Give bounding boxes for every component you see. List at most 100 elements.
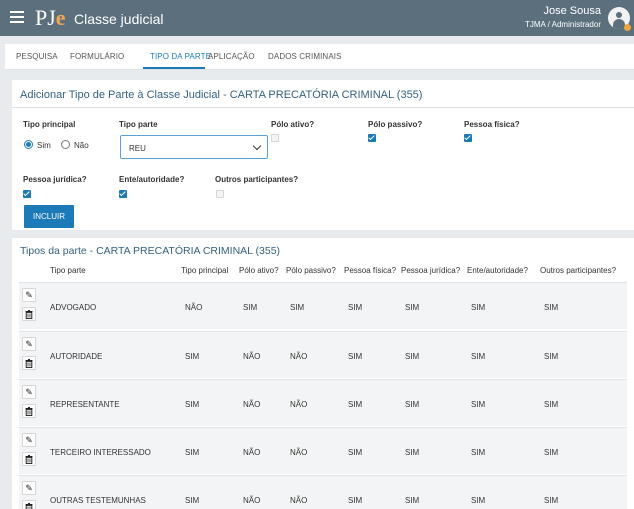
cell-pessoa-fisica: SIM [348,303,363,312]
table-row: ✎ ADVOGADO NÃO SIM SIM SIM SIM SIM SIM [19,282,627,329]
user-role: TJMA / Administrador [524,20,601,29]
polo-ativo-checkbox[interactable] [271,134,279,142]
trash-icon[interactable] [22,452,36,466]
cell-tipo-parte: TERCEIRO INTERESSADO [50,448,151,457]
divider [12,107,634,108]
radio-sim[interactable] [24,140,33,149]
polo-passivo-checkbox[interactable] [368,134,376,142]
trash-icon[interactable] [22,356,36,370]
tab-pesquisa[interactable]: PESQUISA [16,52,58,61]
hamburger-menu-icon[interactable] [10,8,24,28]
tab-tipo-da-parte[interactable]: TIPO DA PARTE [150,52,211,61]
cell-ente-autoridade: SIM [471,496,486,505]
ente-autoridade-label: Ente/autoridade? [119,175,185,184]
column-header-tipo-parte: Tipo parte [50,266,86,275]
cell-pessoa-fisica: SIM [348,496,363,505]
outros-participantes-checkbox[interactable] [216,190,224,198]
cell-ente-autoridade: SIM [471,352,486,361]
cell-polo-ativo: NÃO [243,400,261,409]
cell-tipo-parte: AUTORIDADE [50,352,103,361]
pencil-icon[interactable]: ✎ [22,385,36,399]
top-bar: PJe Classe judicial Jose Sousa TJMA / Ad… [0,0,634,36]
table-row: ✎ OUTRAS TESTEMUNHAS SIM NÃO NÃO SIM SIM SIM SIM [19,475,627,509]
cell-polo-ativo: NÃO [243,448,261,457]
cell-pessoa-juridica: SIM [405,303,420,312]
pessoa-juridica-checkbox[interactable] [23,190,31,198]
tab-dados-criminais[interactable]: DADOS CRIMINAIS [268,52,342,61]
cell-polo-passivo: SIM [290,303,305,312]
column-header-tipo-principal: Tipo principal [181,266,229,275]
cell-polo-ativo: NÃO [243,496,261,505]
outros-participantes-label: Outros participantes? [215,175,299,184]
ente-autoridade-checkbox[interactable] [119,190,127,198]
trash-icon[interactable] [22,307,36,321]
page-title: Classe judicial [74,11,164,27]
logo-accent: e [55,5,66,30]
cell-polo-ativo: SIM [243,303,258,312]
column-header-polo-passivo: Pólo passivo? [286,266,336,275]
cell-tipo-parte: OUTRAS TESTEMUNHAS [50,496,146,505]
add-tipo-parte-form: Adicionar Tipo de Parte à Classe Judicia… [12,80,634,230]
form-title: Adicionar Tipo de Parte à Classe Judicia… [20,89,423,101]
incluir-button[interactable]: INCLUIR [24,205,74,228]
radio-nao[interactable] [61,140,70,149]
cell-tipo-parte: ADVOGADO [50,303,97,312]
cell-ente-autoridade: SIM [471,303,486,312]
cell-outros-participantes: SIM [544,400,559,409]
cell-outros-participantes: SIM [544,352,559,361]
cell-pessoa-juridica: SIM [405,352,420,361]
trash-icon[interactable] [22,404,36,418]
pje-logo[interactable]: PJe [35,6,66,30]
cell-polo-passivo: NÃO [290,352,308,361]
pencil-icon[interactable]: ✎ [22,433,36,447]
cell-polo-passivo: NÃO [290,496,308,505]
cell-tipo-principal: SIM [185,448,200,457]
logo-main: PJ [35,5,56,30]
cell-ente-autoridade: SIM [471,400,486,409]
tipo-parte-label: Tipo parte [119,120,158,129]
cell-tipo-principal: NÃO [185,303,203,312]
table-row: ✎ AUTORIDADE SIM NÃO NÃO SIM SIM SIM SIM [19,331,627,378]
cell-ente-autoridade: SIM [471,448,486,457]
cell-polo-passivo: NÃO [290,400,308,409]
active-tab-indicator [143,67,205,69]
tab-bar: PESQUISA FORMULÁRIO TIPO DA PARTE APLICA… [5,44,634,70]
column-header-outros-participantes: Outros participantes? [540,266,617,275]
cell-polo-ativo: NÃO [243,352,261,361]
column-header-polo-ativo: Pólo ativo? [239,266,279,275]
cell-pessoa-fisica: SIM [348,448,363,457]
polo-ativo-label: Pólo ativo? [271,120,315,129]
cell-pessoa-fisica: SIM [348,352,363,361]
cell-pessoa-juridica: SIM [405,448,420,457]
tipos-parte-table-card: Tipos da parte - CARTA PRECATÓRIA CRIMIN… [12,238,634,509]
cell-tipo-principal: SIM [185,400,200,409]
column-header-pessoa-fisica: Pessoa física? [344,266,397,275]
tab-aplicacao[interactable]: APLICAÇÃO [208,52,255,61]
notification-badge [624,24,631,31]
cell-pessoa-juridica: SIM [405,496,420,505]
pessoa-fisica-label: Pessoa física? [464,120,520,129]
cell-outros-participantes: SIM [544,448,559,457]
pencil-icon[interactable]: ✎ [22,337,36,351]
radio-nao-label: Não [74,141,89,150]
radio-sim-label: Sim [37,141,51,150]
column-header-ente-autoridade: Ente/autoridade? [467,266,528,275]
cell-tipo-parte: REPRESENTANTE [50,400,120,409]
cell-pessoa-juridica: SIM [405,400,420,409]
tab-formulario[interactable]: FORMULÁRIO [70,52,124,61]
trash-icon[interactable] [22,500,36,509]
tipo-parte-select[interactable]: REU [120,135,268,159]
pessoa-juridica-label: Pessoa jurídica? [23,175,87,184]
pessoa-fisica-checkbox[interactable] [464,134,472,142]
polo-passivo-label: Pólo passivo? [368,120,423,129]
tipo-parte-value: REU [129,144,146,153]
user-name[interactable]: Jose Sousa [544,5,601,17]
table-row: ✎ REPRESENTANTE SIM NÃO NÃO SIM SIM SIM SIM [19,379,627,426]
chevron-down-icon [252,141,262,151]
pencil-icon[interactable]: ✎ [22,481,36,495]
table-title: Tipos da parte - CARTA PRECATÓRIA CRIMIN… [20,245,281,257]
tipo-principal-label: Tipo principal [23,120,76,129]
cell-outros-participantes: SIM [544,496,559,505]
column-header-pessoa-juridica: Pessoa jurídica? [401,266,461,275]
pencil-icon[interactable]: ✎ [22,288,36,302]
